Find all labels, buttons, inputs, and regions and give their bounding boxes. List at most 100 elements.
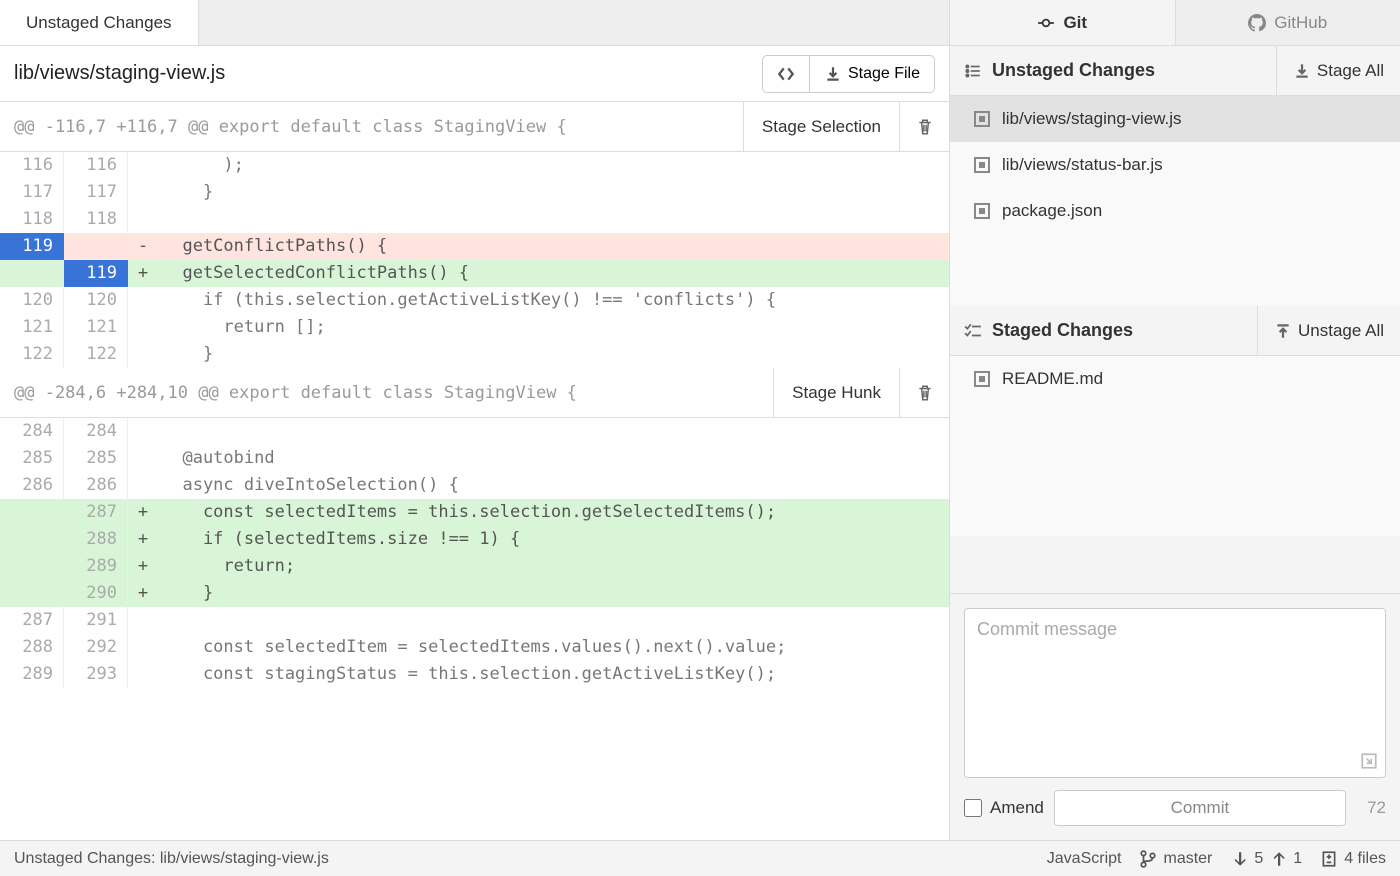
diff-line[interactable]: 290+ }	[0, 580, 949, 607]
diff-line[interactable]: 289+ return;	[0, 553, 949, 580]
amend-label: Amend	[990, 798, 1044, 818]
tab-unstaged-changes[interactable]: Unstaged Changes	[0, 0, 199, 45]
modified-icon	[974, 371, 990, 387]
gutter-new: 287	[64, 499, 128, 526]
gutter-new: 284	[64, 418, 128, 445]
gutter-new: 121	[64, 314, 128, 341]
stage-all-label: Stage All	[1317, 61, 1384, 81]
tab-git[interactable]: Git	[950, 0, 1176, 45]
diff-sign: +	[128, 526, 158, 553]
diff-sign	[128, 661, 158, 688]
file-item[interactable]: package.json	[950, 188, 1400, 234]
stage-hunk-button[interactable]: Stage Hunk	[773, 368, 899, 417]
diff-code: );	[158, 152, 949, 179]
file-item[interactable]: lib/views/staging-view.js	[950, 96, 1400, 142]
diff-sign	[128, 179, 158, 206]
diff-line[interactable]: 287+ const selectedItems = this.selectio…	[0, 499, 949, 526]
diff-sign	[128, 287, 158, 314]
gutter-old: 288	[0, 634, 64, 661]
trash-icon	[916, 384, 934, 402]
diff-line[interactable]: 288292 const selectedItem = selectedItem…	[0, 634, 949, 661]
diff-line[interactable]: 116116 );	[0, 152, 949, 179]
stage-all-button[interactable]: Stage All	[1276, 46, 1400, 95]
diff-line[interactable]: 121121 return [];	[0, 314, 949, 341]
stage-file-button[interactable]: Stage File	[809, 55, 935, 93]
gutter-new: 292	[64, 634, 128, 661]
diff-line[interactable]: 118118	[0, 206, 949, 233]
discard-hunk-button[interactable]	[899, 102, 949, 151]
diff-sign: -	[128, 233, 158, 260]
move-up-icon	[1274, 322, 1292, 340]
diff-line[interactable]: 117117 }	[0, 179, 949, 206]
git-panel-tabs: Git GitHub	[950, 0, 1400, 46]
stage-hunk-label: Stage Hunk	[792, 383, 881, 403]
diff-code: @autobind	[158, 445, 949, 472]
unstage-all-button[interactable]: Unstage All	[1257, 306, 1400, 355]
commit-button[interactable]: Commit	[1054, 790, 1346, 826]
diff-line[interactable]: 119- getConflictPaths() {	[0, 233, 949, 260]
diff-code: const selectedItems = this.selection.get…	[158, 499, 949, 526]
download-icon	[824, 65, 842, 83]
file-item[interactable]: README.md	[950, 356, 1400, 402]
gutter-new: 119	[64, 260, 128, 287]
diff-sign	[128, 314, 158, 341]
gutter-new: 286	[64, 472, 128, 499]
toggle-diff-button[interactable]	[762, 55, 810, 93]
diff-code: getConflictPaths() {	[158, 233, 949, 260]
gutter-new: 285	[64, 445, 128, 472]
hunk-header: @@ -284,6 +284,10 @@ export default clas…	[0, 368, 949, 418]
diff-line[interactable]: 286286 async diveIntoSelection() {	[0, 472, 949, 499]
diff-sign: +	[128, 553, 158, 580]
diff-code: if (selectedItems.size !== 1) {	[158, 526, 949, 553]
unstaged-title: Unstaged Changes	[992, 60, 1155, 81]
status-files[interactable]: 4 files	[1320, 850, 1386, 868]
stage-hunk-label: Stage Selection	[762, 117, 881, 137]
file-path: lib/views/staging-view.js	[14, 62, 762, 85]
diff-line[interactable]: 122122 }	[0, 341, 949, 368]
amend-checkbox-input[interactable]	[964, 799, 982, 817]
status-branch[interactable]: master	[1139, 850, 1212, 868]
gutter-old: 122	[0, 341, 64, 368]
diff-icon	[1320, 850, 1338, 868]
editor-tabs: Unstaged Changes	[0, 0, 949, 46]
unstaged-header: Unstaged Changes Stage All	[950, 46, 1400, 96]
diff-sign	[128, 418, 158, 445]
diff-sign	[128, 206, 158, 233]
diff-line[interactable]: 289293 const stagingStatus = this.select…	[0, 661, 949, 688]
tab-github[interactable]: GitHub	[1176, 0, 1400, 45]
diff-sign: +	[128, 260, 158, 287]
stage-hunk-button[interactable]: Stage Selection	[743, 102, 899, 151]
staged-header: Staged Changes Unstage All	[950, 306, 1400, 356]
discard-hunk-button[interactable]	[899, 368, 949, 417]
diff-sign	[128, 472, 158, 499]
diff-line[interactable]: 284284	[0, 418, 949, 445]
commit-message-input[interactable]	[964, 608, 1386, 778]
diff-line[interactable]: 119+ getSelectedConflictPaths() {	[0, 260, 949, 287]
gutter-new: 122	[64, 341, 128, 368]
gutter-new: 288	[64, 526, 128, 553]
gutter-old: 287	[0, 607, 64, 634]
diff-line[interactable]: 288+ if (selectedItems.size !== 1) {	[0, 526, 949, 553]
diff-code: const stagingStatus = this.selection.get…	[158, 661, 949, 688]
expand-icon[interactable]	[1360, 752, 1378, 770]
diff-sign	[128, 152, 158, 179]
diff-sign	[128, 607, 158, 634]
amend-checkbox[interactable]: Amend	[964, 798, 1044, 818]
unstage-all-label: Unstage All	[1298, 321, 1384, 341]
gutter-new: 118	[64, 206, 128, 233]
gutter-new: 116	[64, 152, 128, 179]
gutter-old: 121	[0, 314, 64, 341]
diff-line[interactable]: 285285 @autobind	[0, 445, 949, 472]
diff-sign	[128, 445, 158, 472]
hunk-title: @@ -116,7 +116,7 @@ export default class…	[0, 117, 743, 137]
diff-code: getSelectedConflictPaths() {	[158, 260, 949, 287]
status-language[interactable]: JavaScript	[1047, 850, 1122, 868]
diff-line[interactable]: 120120 if (this.selection.getActiveListK…	[0, 287, 949, 314]
status-sync[interactable]: 5 1	[1230, 850, 1302, 868]
trash-icon	[916, 118, 934, 136]
diff-code: }	[158, 580, 949, 607]
diff-line[interactable]: 287291	[0, 607, 949, 634]
file-item[interactable]: lib/views/status-bar.js	[950, 142, 1400, 188]
github-icon	[1248, 14, 1266, 32]
commit-button-label: Commit	[1171, 798, 1230, 817]
